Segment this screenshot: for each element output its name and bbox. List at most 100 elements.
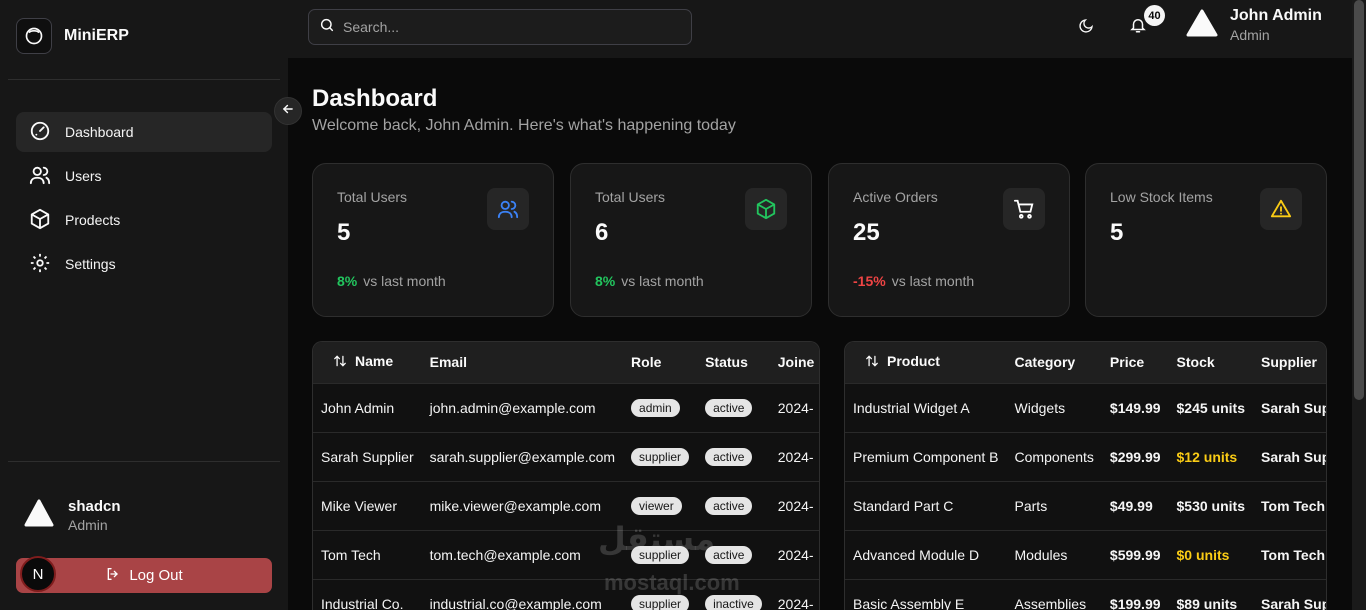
table-row[interactable]: Tom Tech tom.tech@example.com supplier a… bbox=[313, 530, 819, 579]
column-header-name[interactable]: Name bbox=[313, 342, 422, 383]
user-status-cell: active bbox=[697, 432, 770, 481]
box-icon bbox=[29, 208, 51, 233]
column-header-category[interactable]: Category bbox=[1007, 342, 1102, 383]
user-email-cell: tom.tech@example.com bbox=[429, 546, 581, 563]
status-badge: active bbox=[705, 398, 753, 417]
stat-card-active-orders: Active Orders 25 -15% vs last month bbox=[828, 163, 1070, 317]
sidebar-item-users[interactable]: Users bbox=[16, 156, 272, 196]
stat-trend: 8% vs last month bbox=[337, 273, 446, 289]
product-supplier-cell: Sarah Sup bbox=[1261, 595, 1327, 610]
product-category-cell: Components bbox=[1014, 448, 1094, 465]
user-email-cell: mike.viewer@example.com bbox=[429, 497, 601, 514]
stat-value: 6 bbox=[595, 219, 609, 246]
products-table: Product Category Price Stock Supplier In… bbox=[845, 342, 1327, 610]
table-row[interactable]: Industrial Widget A Widgets $149.99 $245… bbox=[845, 383, 1327, 432]
table-row[interactable]: Mike Viewer mike.viewer@example.com view… bbox=[313, 481, 819, 530]
stat-label: Total Users bbox=[337, 189, 408, 205]
header-user-role: Admin bbox=[1230, 27, 1270, 43]
column-header-status[interactable]: Status bbox=[697, 342, 770, 383]
stat-card-total-products: Total Users 6 8% vs last month bbox=[570, 163, 812, 317]
product-category-cell: Assemblies bbox=[1014, 595, 1087, 610]
user-role-cell: admin bbox=[623, 383, 697, 432]
column-header-role[interactable]: Role bbox=[623, 342, 697, 383]
product-stock-cell: $530 units bbox=[1176, 497, 1245, 514]
page-scrollbar-thumb[interactable] bbox=[1354, 0, 1364, 400]
stat-trend: -15% vs last month bbox=[853, 273, 974, 289]
sidebar-item-label: Settings bbox=[65, 256, 116, 272]
user-joined-cell: 2024- bbox=[777, 448, 814, 465]
header-user[interactable]: John Admin Admin bbox=[1186, 7, 1322, 43]
table-row[interactable]: Premium Component B Components $299.99 $… bbox=[845, 432, 1326, 481]
moon-icon bbox=[1078, 18, 1094, 39]
product-name-cell: Industrial Widget A bbox=[853, 399, 970, 416]
search-box[interactable] bbox=[308, 9, 692, 45]
search-icon bbox=[319, 17, 335, 38]
users-table: Name Email Role Status Joine John Admin … bbox=[313, 342, 819, 610]
logout-icon bbox=[105, 566, 121, 586]
table-row[interactable]: Standard Part C Parts $49.99 $530 units … bbox=[845, 481, 1326, 530]
product-category-cell: Modules bbox=[1014, 546, 1068, 563]
sidebar-item-settings[interactable]: Settings bbox=[16, 244, 272, 284]
sidebar-item-products[interactable]: Prodects bbox=[16, 200, 272, 240]
devtools-badge[interactable]: N bbox=[20, 556, 56, 592]
product-supplier-cell: Tom Tech bbox=[1261, 497, 1326, 514]
sidebar-item-dashboard[interactable]: Dashboard bbox=[16, 112, 272, 152]
users-table-container[interactable]: Name Email Role Status Joine John Admin … bbox=[312, 341, 820, 610]
user-joined-cell: 2024- bbox=[777, 546, 814, 563]
product-supplier-cell: Sarah Sup bbox=[1261, 399, 1327, 416]
column-header-email[interactable]: Email bbox=[422, 342, 623, 383]
column-header-stock[interactable]: Stock bbox=[1169, 342, 1253, 383]
table-row[interactable]: John Admin john.admin@example.com admin … bbox=[313, 383, 819, 432]
table-row[interactable]: Advanced Module D Modules $599.99 $0 uni… bbox=[845, 530, 1326, 579]
column-header-price[interactable]: Price bbox=[1102, 342, 1169, 383]
stat-value: 5 bbox=[1110, 219, 1124, 246]
sidebar-item-label: Dashboard bbox=[65, 124, 134, 140]
column-header-joined[interactable]: Joine bbox=[770, 342, 819, 383]
header-user-name: John Admin bbox=[1230, 7, 1322, 24]
sidebar-user[interactable]: shadcn Admin bbox=[24, 498, 121, 533]
stat-label: Total Users bbox=[595, 189, 666, 205]
status-badge: inactive bbox=[705, 594, 762, 610]
top-header: 40 John Admin Admin bbox=[288, 0, 1352, 58]
table-row[interactable]: Sarah Supplier sarah.supplier@example.co… bbox=[313, 432, 819, 481]
collapse-sidebar-button[interactable] bbox=[274, 97, 302, 125]
sort-icon bbox=[333, 354, 347, 371]
search-input[interactable] bbox=[343, 19, 663, 35]
stat-trend-text: vs last month bbox=[363, 273, 446, 289]
role-badge: viewer bbox=[631, 496, 682, 515]
brand[interactable]: MiniERP bbox=[16, 18, 129, 54]
table-header-row: Product Category Price Stock Supplier bbox=[845, 342, 1326, 383]
status-badge: active bbox=[705, 496, 753, 515]
column-header-supplier[interactable]: Supplier bbox=[1253, 342, 1326, 383]
sidebar-item-label: Prodects bbox=[65, 212, 121, 228]
product-price-cell: $299.99 bbox=[1109, 448, 1161, 465]
watermark-domain: mostaql.com bbox=[604, 570, 740, 595]
table-row[interactable]: Basic Assembly E Assemblies $199.99 $89 … bbox=[845, 579, 1327, 610]
sidebar-item-label: Users bbox=[65, 168, 102, 184]
table-row[interactable]: Industrial Co. industrial.co@example.com… bbox=[313, 579, 819, 610]
user-joined-cell: 2024- bbox=[777, 595, 814, 610]
user-email-cell: industrial.co@example.com bbox=[429, 595, 602, 610]
arrow-left-icon bbox=[281, 102, 295, 121]
sidebar-divider bbox=[8, 461, 280, 462]
page-title: Dashboard bbox=[312, 85, 438, 112]
table-header-row: Name Email Role Status Joine bbox=[313, 342, 819, 383]
users-icon bbox=[29, 164, 51, 189]
products-table-container[interactable]: Product Category Price Stock Supplier In… bbox=[844, 341, 1327, 610]
theme-toggle-button[interactable] bbox=[1074, 16, 1098, 40]
user-email-cell: john.admin@example.com bbox=[429, 399, 596, 416]
column-header-product[interactable]: Product bbox=[845, 342, 1007, 383]
role-badge: supplier bbox=[631, 447, 690, 466]
stat-trend-percent: -15% bbox=[853, 273, 886, 289]
role-badge: supplier bbox=[631, 594, 690, 610]
product-price-cell: $199.99 bbox=[1109, 595, 1161, 610]
stat-trend-percent: 8% bbox=[337, 273, 358, 289]
stat-trend-text: vs last month bbox=[621, 273, 704, 289]
sidebar: MiniERP Dashboard Users Prodects Setting… bbox=[0, 0, 288, 610]
product-name-cell: Advanced Module D bbox=[853, 546, 980, 563]
stat-trend-percent: 8% bbox=[595, 273, 616, 289]
alert-icon bbox=[1260, 188, 1302, 230]
sidebar-user-role: Admin bbox=[68, 517, 108, 533]
stat-trend-text: vs last month bbox=[891, 273, 975, 289]
logout-label: Log Out bbox=[129, 567, 183, 584]
